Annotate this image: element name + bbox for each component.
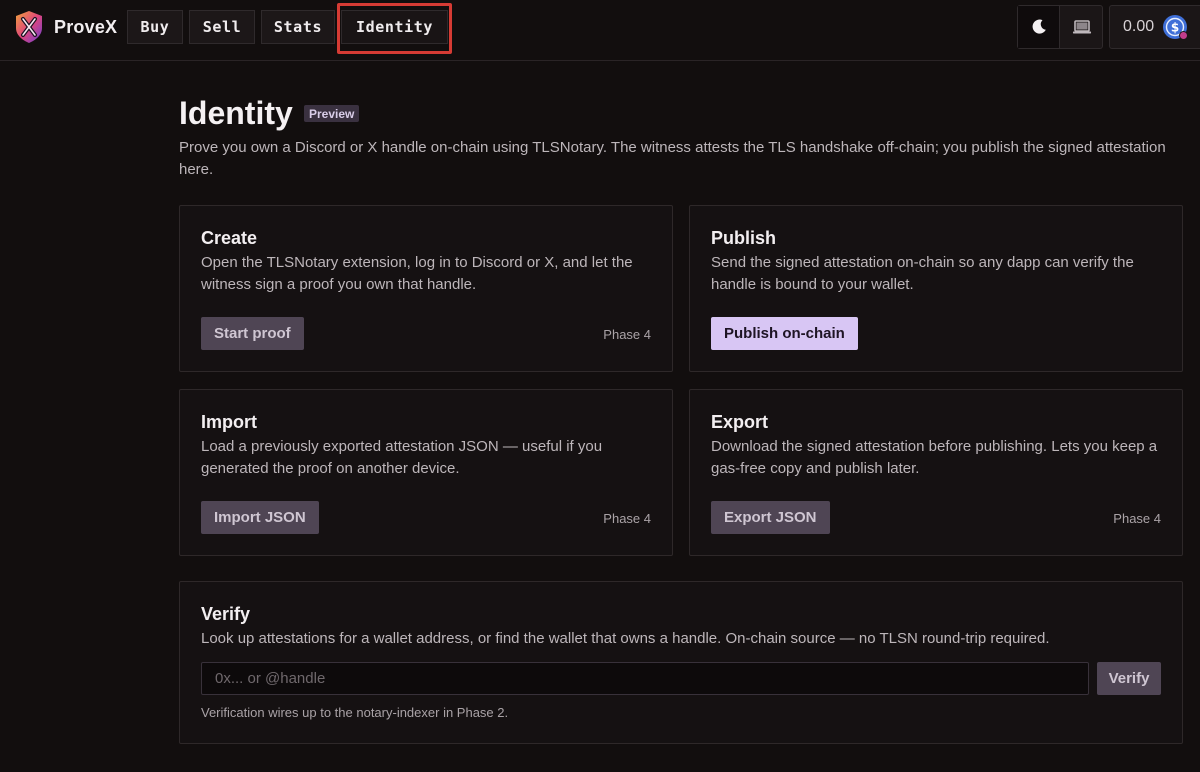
page-title: Identity xyxy=(179,95,293,131)
card-description: Send the signed attestation on-chain so … xyxy=(711,254,1134,293)
svg-text:$: $ xyxy=(1171,21,1179,35)
export-card: Export Download the signed attestation b… xyxy=(689,389,1183,556)
card-title: Export xyxy=(711,412,769,432)
provex-logo-icon xyxy=(16,11,42,43)
wallet-balance[interactable]: 0.00 $ xyxy=(1109,5,1200,49)
verify-search-input[interactable] xyxy=(201,662,1089,695)
nav-sell-button[interactable]: Sell xyxy=(189,10,255,44)
laptop-icon xyxy=(1073,20,1091,34)
verify-button[interactable]: Verify xyxy=(1097,662,1161,695)
balance-value: 0.00 xyxy=(1123,18,1155,35)
phase-label: Phase 4 xyxy=(603,327,651,342)
moon-icon xyxy=(1032,19,1046,34)
phase-label: Phase 4 xyxy=(603,511,651,526)
nav-buy-button[interactable]: Buy xyxy=(127,10,183,44)
top-bar: ProveX Buy Sell Stats Identity 0.00 $ xyxy=(0,0,1200,61)
app-name: ProveX xyxy=(54,16,118,37)
theme-toggle-button[interactable] xyxy=(1018,6,1060,48)
publish-card: Publish Send the signed attestation on-c… xyxy=(689,205,1183,372)
export-json-button[interactable]: Export JSON xyxy=(711,501,830,534)
create-card: Create Open the TLSNotary extension, log… xyxy=(179,205,673,372)
card-description: Look up attestations for a wallet addres… xyxy=(201,630,1050,647)
card-description: Download the signed attestation before p… xyxy=(711,438,1158,477)
start-proof-button[interactable]: Start proof xyxy=(201,317,304,350)
card-description: Open the TLSNotary extension, log in to … xyxy=(201,254,633,293)
phase-label: Phase 4 xyxy=(1113,511,1161,526)
publish-on-chain-button[interactable]: Publish on-chain xyxy=(711,317,858,350)
card-title: Publish xyxy=(711,228,777,248)
nav-stats-button[interactable]: Stats xyxy=(261,10,335,44)
nav-identity-button[interactable]: Identity xyxy=(341,10,448,44)
coin-icon: $ xyxy=(1162,14,1189,40)
verify-card: Verify Look up attestations for a wallet… xyxy=(179,581,1183,744)
page-description: Prove you own a Discord or X handle on-c… xyxy=(179,139,1166,178)
card-title: Verify xyxy=(201,604,251,624)
card-description: Load a previously exported attestation J… xyxy=(201,438,603,477)
import-card: Import Load a previously exported attest… xyxy=(179,389,673,556)
verify-note: Verification wires up to the notary-inde… xyxy=(201,705,509,720)
brand[interactable]: ProveX xyxy=(14,10,117,44)
card-title: Import xyxy=(201,412,257,432)
tool-button-group xyxy=(1017,5,1103,49)
device-toggle-button[interactable] xyxy=(1061,6,1103,48)
card-title: Create xyxy=(201,228,258,248)
preview-badge: Preview xyxy=(304,105,360,122)
import-json-button[interactable]: Import JSON xyxy=(201,501,319,534)
